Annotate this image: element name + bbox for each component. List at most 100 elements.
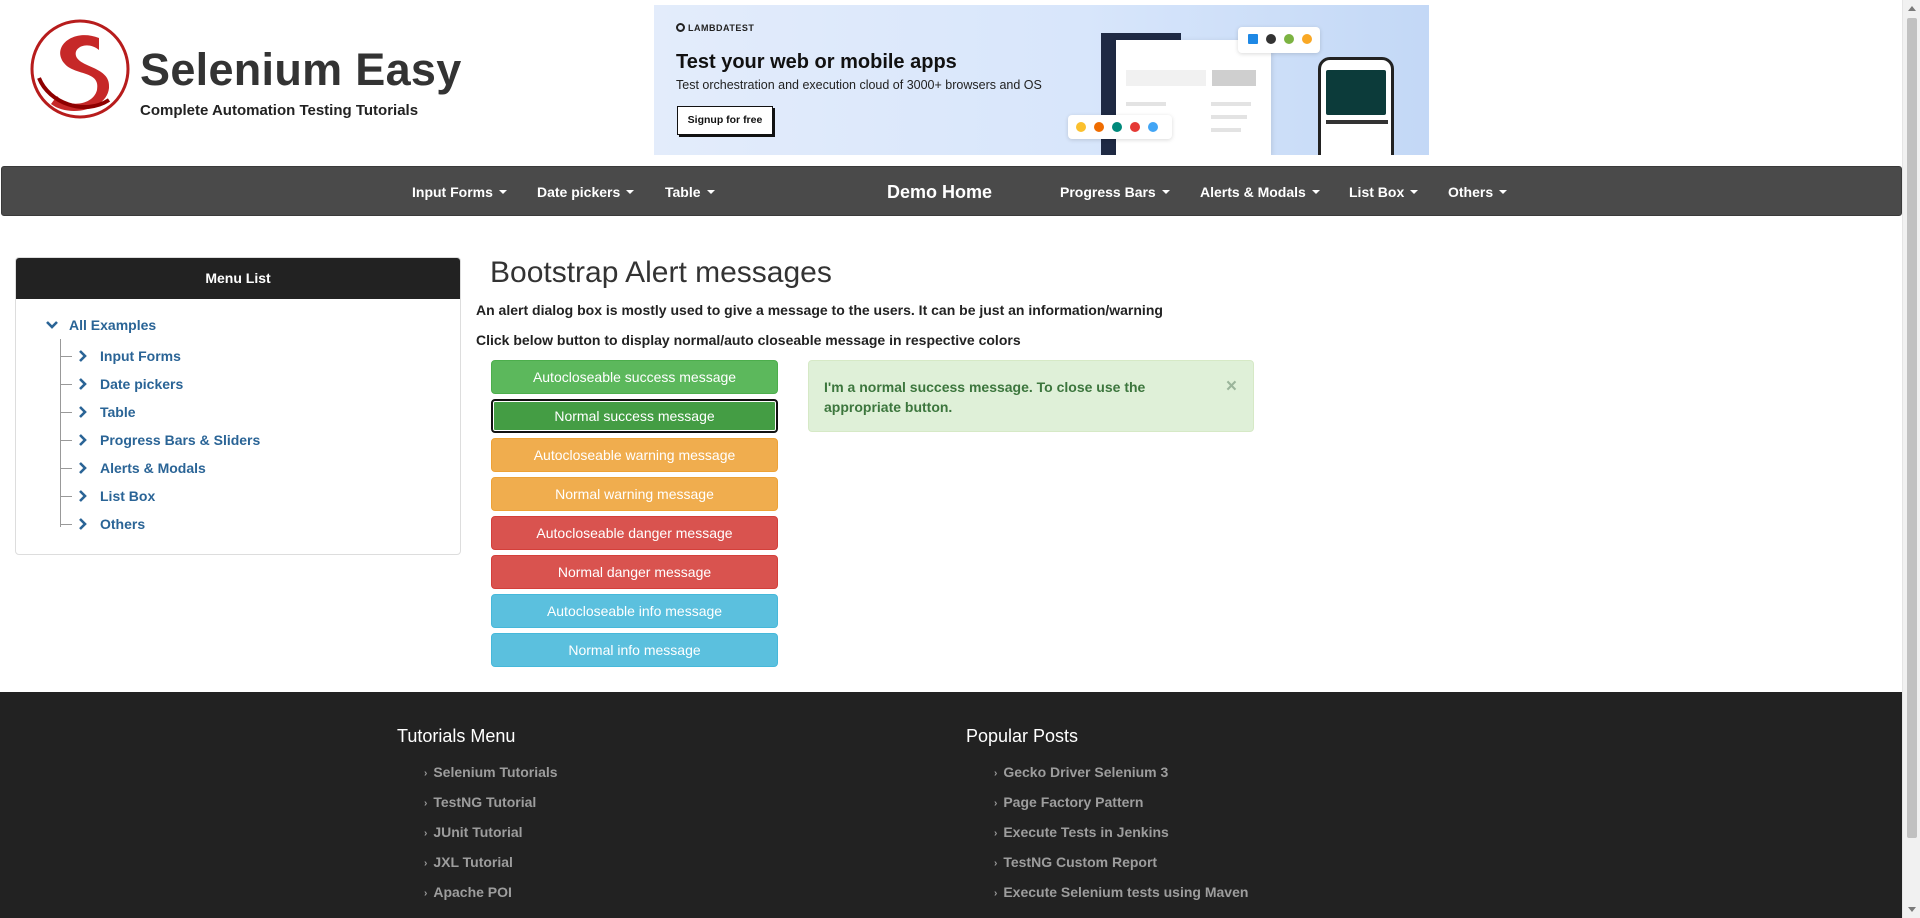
ad-mock-line [1211,128,1241,132]
chevron-right-icon [79,434,87,446]
footer-link[interactable]: › Execute Tests in Jenkins [994,824,1169,840]
footer-tutorials-title: Tutorials Menu [397,726,516,746]
nav-label: Table [665,184,701,200]
nav-demo-home[interactable]: Demo Home [887,167,992,217]
tree-item-progress-bars-sliders[interactable]: Progress Bars & Sliders [60,430,260,450]
nav-table[interactable]: Table [665,167,715,217]
ad-brand: LAMBDATEST [676,23,754,33]
firefox-icon [1094,122,1104,132]
lambdatest-logo-icon [676,23,685,32]
nav-input-forms[interactable]: Input Forms [412,167,507,217]
ad-mock-line [1211,102,1251,106]
scroll-up-arrow-icon[interactable] [1908,6,1916,11]
tree-item-label: Others [100,516,146,532]
normal-success-button[interactable]: Normal success message [491,399,778,433]
selenium-easy-logo-icon[interactable] [29,18,131,120]
nav-alerts-modals[interactable]: Alerts & Modals [1200,167,1320,217]
footer-link[interactable]: › Page Factory Pattern [994,794,1143,810]
footer-link[interactable]: › TestNG Tutorial [424,794,536,810]
caret-down-icon [1410,190,1419,194]
ad-browser-icons [1068,115,1172,139]
brand-subtitle: Complete Automation Testing Tutorials [140,102,419,119]
android-icon [1284,34,1294,44]
page-instructions: Click below button to display normal/aut… [476,332,1021,348]
footer-link[interactable]: › Apache POI [424,884,512,900]
nav-label: Input Forms [412,184,493,200]
tree-branch [60,439,72,441]
footer-link-label: JUnit Tutorial [433,824,523,840]
alert-message: I'm a normal success message. To close u… [824,379,1146,415]
footer-link-label: Selenium Tutorials [433,764,558,780]
footer-link[interactable]: › TestNG Custom Report [994,854,1157,870]
main-navbar: Input Forms Date pickers Table Demo Home… [1,166,1902,216]
chevron-right-icon: › [994,828,998,839]
footer-link[interactable]: › Selenium Tutorials [424,764,558,780]
footer-link-label: Page Factory Pattern [1003,794,1144,810]
chevron-right-icon: › [424,828,428,839]
ad-phone-mock [1318,57,1394,155]
nav-list-box[interactable]: List Box [1349,167,1419,217]
chevron-right-icon: › [994,798,998,809]
tree-item-input-forms[interactable]: Input Forms [60,346,181,366]
lambdatest-ad-banner[interactable]: LAMBDATEST Test your web or mobile apps … [654,5,1429,155]
scroll-thumb[interactable] [1907,18,1917,838]
tree-branch [60,411,72,413]
ad-brand-text: LAMBDATEST [688,23,755,33]
normal-danger-button[interactable]: Normal danger message [491,555,778,589]
linux-icon [1302,34,1312,44]
opera-icon [1130,122,1140,132]
caret-down-icon [706,190,715,194]
tree-root-all-examples[interactable]: All Examples [45,317,156,333]
edge-icon [1112,122,1122,132]
footer-link-label: TestNG Custom Report [1003,854,1158,870]
nav-label: Progress Bars [1060,184,1156,200]
tree-item-label: Date pickers [100,376,184,392]
tree-item-label: Input Forms [100,348,181,364]
autocloseable-danger-button[interactable]: Autocloseable danger message [491,516,778,550]
ad-os-icons [1238,27,1320,53]
tree-item-table[interactable]: Table [60,402,136,422]
footer-link[interactable]: › JUnit Tutorial [424,824,523,840]
menu-tree: All Examples Input Forms Date pickers Ta… [16,299,460,549]
chevron-right-icon [79,378,87,390]
site-header: Selenium Easy Complete Automation Testin… [0,0,1902,165]
chevron-right-icon: › [994,888,998,899]
ad-text: Test orchestration and execution cloud o… [676,78,1042,92]
chevron-right-icon: › [424,858,428,869]
autocloseable-warning-button[interactable]: Autocloseable warning message [491,438,778,472]
brand-title[interactable]: Selenium Easy [140,44,462,96]
caret-down-icon [626,190,635,194]
chevron-right-icon: › [424,888,428,899]
page-title: Bootstrap Alert messages [490,256,832,289]
tree-item-label: Table [100,404,136,420]
tree-item-label: Progress Bars & Sliders [100,432,261,448]
autocloseable-info-button[interactable]: Autocloseable info message [491,594,778,628]
footer-link-label: JXL Tutorial [433,854,513,870]
normal-info-button[interactable]: Normal info message [491,633,778,667]
chrome-icon [1076,122,1086,132]
tree-item-list-box[interactable]: List Box [60,486,155,506]
chevron-right-icon: › [424,768,428,779]
menu-list-title: Menu List [16,258,460,299]
nav-others[interactable]: Others [1448,167,1508,217]
tree-item-label: List Box [100,488,156,504]
footer-link-label: Execute Tests in Jenkins [1003,824,1169,840]
footer-link[interactable]: › JXL Tutorial [424,854,513,870]
tree-item-date-pickers[interactable]: Date pickers [60,374,183,394]
ad-signup-button[interactable]: Signup for free [677,106,773,135]
nav-date-pickers[interactable]: Date pickers [537,167,635,217]
chevron-right-icon [79,406,87,418]
tree-root-label: All Examples [69,317,157,333]
autocloseable-success-button[interactable]: Autocloseable success message [491,360,778,394]
ad-mock-input [1126,70,1206,86]
normal-warning-button[interactable]: Normal warning message [491,477,778,511]
close-icon[interactable]: × [1226,377,1237,396]
tree-item-others[interactable]: Others [60,514,145,534]
page-scrollbar[interactable] [1902,0,1920,918]
nav-progress-bars[interactable]: Progress Bars [1060,167,1170,217]
footer-link[interactable]: › Execute Selenium tests using Maven [994,884,1248,900]
footer-link[interactable]: › Gecko Driver Selenium 3 [994,764,1168,780]
scroll-down-arrow-icon[interactable] [1908,907,1916,912]
tree-item-alerts-modals[interactable]: Alerts & Modals [60,458,206,478]
nav-label: Others [1448,184,1494,200]
